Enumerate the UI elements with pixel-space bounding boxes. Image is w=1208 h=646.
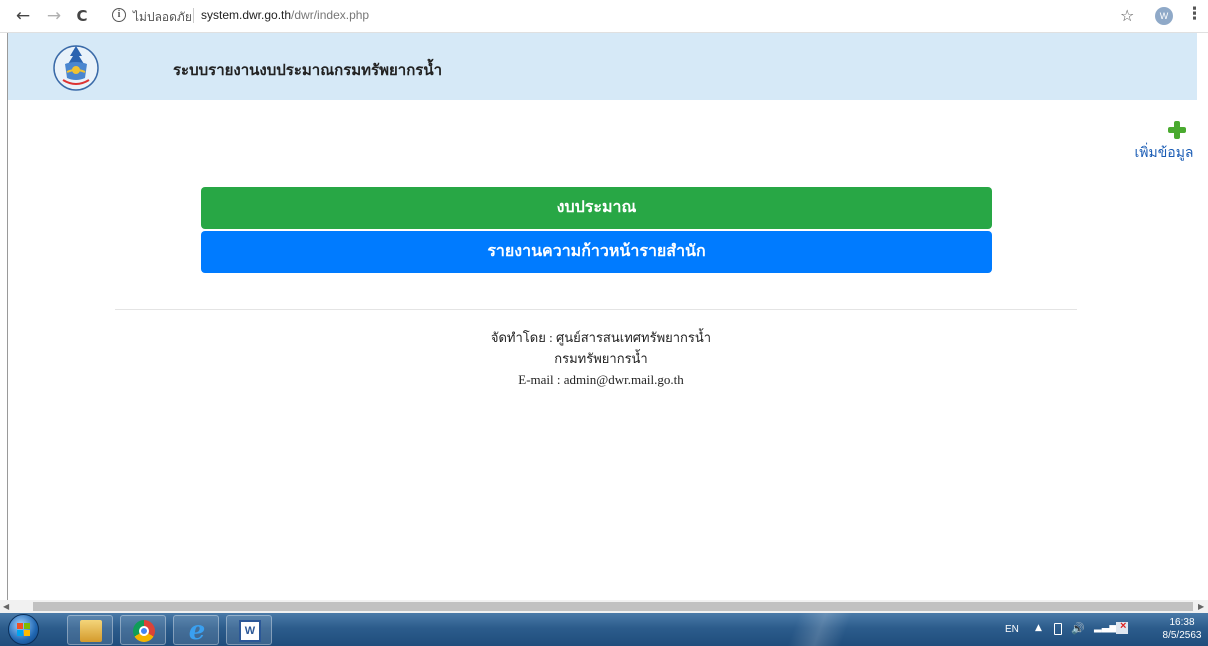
security-status[interactable]: ไม่ปลอดภัย (133, 8, 192, 27)
url-host: system.dwr.go.th (201, 8, 292, 22)
progress-report-button[interactable]: รายงานความก้าวหน้ารายสำนัก (201, 231, 992, 273)
vertical-scrollbar[interactable] (1197, 33, 1208, 600)
footer-department: กรมทรัพยากรน้ำ (554, 351, 648, 366)
info-icon[interactable]: i (112, 8, 126, 22)
start-button[interactable] (8, 614, 39, 645)
signal-icon[interactable]: ▂▃▅ (1094, 622, 1117, 633)
taskbar-clock[interactable]: 16:38 8/5/2563 (1160, 616, 1204, 642)
forward-icon[interactable]: → (45, 7, 63, 25)
taskbar: e W EN ▲ 🔊 ▂▃▅ 16:38 8/5/2563 (0, 613, 1208, 646)
scroll-right-icon[interactable]: ▶ (1198, 600, 1204, 613)
browser-toolbar: ← → C i ไม่ปลอดภัย system.dwr.go.th/dwr/… (0, 0, 1208, 33)
scroll-left-icon[interactable]: ◀ (3, 600, 9, 613)
add-data-label[interactable]: เพิ่มข้อมูล (1128, 142, 1197, 164)
footer-email: E-mail : admin@dwr.mail.go.th (518, 372, 684, 387)
bookmark-star-icon[interactable]: ☆ (1120, 6, 1134, 25)
profile-avatar[interactable]: W (1155, 7, 1173, 25)
site-footer: จัดทำโดย : ศูนย์สารสนเทศทรัพยากรน้ำ กรมท… (351, 327, 851, 390)
clock-time: 16:38 (1169, 617, 1195, 628)
dwr-logo-icon (53, 45, 99, 91)
address-separator (193, 8, 194, 23)
clock-date: 8/5/2563 (1162, 630, 1202, 641)
address-bar[interactable]: i ไม่ปลอดภัย system.dwr.go.th/dwr/index.… (100, 5, 1116, 27)
internet-explorer-icon: e (188, 616, 206, 646)
show-hidden-icons-icon[interactable]: ▲ (1035, 623, 1042, 633)
url-path: /dwr/index.php (291, 8, 370, 22)
volume-icon[interactable]: 🔊 (1071, 622, 1085, 635)
browser-menu-icon[interactable]: ⋮ (1186, 4, 1203, 24)
taskbar-chrome[interactable] (120, 615, 166, 645)
page-viewport: ระบบรายงานงบประมาณกรมทรัพยากรน้ำ เพิ่มข้… (7, 33, 1197, 600)
network-error-icon[interactable] (1116, 620, 1128, 634)
url-text[interactable]: system.dwr.go.th/dwr/index.php (201, 8, 369, 22)
add-plus-icon[interactable] (1168, 121, 1186, 139)
folder-icon (80, 620, 102, 642)
taskbar-file-explorer[interactable] (67, 615, 113, 645)
reload-icon[interactable]: C (73, 7, 91, 25)
battery-icon[interactable] (1054, 623, 1062, 635)
budget-button[interactable]: งบประมาณ (201, 187, 992, 229)
site-header: ระบบรายงานงบประมาณกรมทรัพยากรน้ำ (8, 33, 1197, 100)
chrome-icon (133, 620, 155, 642)
language-indicator[interactable]: EN (1005, 624, 1019, 635)
add-data-link[interactable]: เพิ่มข้อมูล (1128, 121, 1197, 164)
word-icon: W (239, 620, 261, 642)
footer-credit: จัดทำโดย : ศูนย์สารสนเทศทรัพยากรน้ำ (490, 330, 712, 345)
taskbar-word[interactable]: W (226, 615, 272, 645)
taskbar-internet-explorer[interactable]: e (173, 615, 219, 645)
site-title: ระบบรายงานงบประมาณกรมทรัพยากรน้ำ (173, 63, 443, 79)
scrollbar-thumb[interactable] (33, 602, 1193, 611)
horizontal-scrollbar[interactable]: ◀ ▶ (0, 600, 1208, 613)
windows-logo-icon (17, 623, 31, 637)
footer-divider (115, 309, 1077, 310)
back-icon[interactable]: ← (14, 7, 32, 25)
